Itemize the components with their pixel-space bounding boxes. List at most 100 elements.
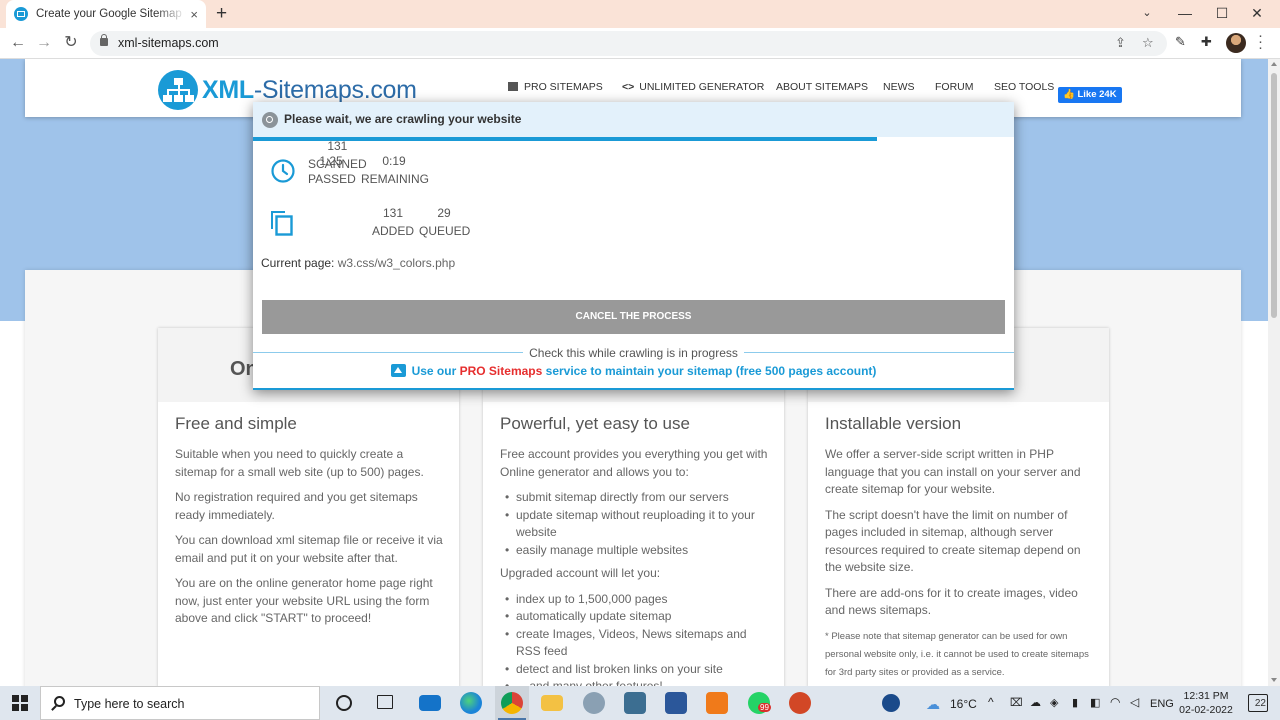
taskbar-clock[interactable]: 12:31 PM 02-02-2022 [1176,689,1236,717]
nav-unlimited-generator[interactable]: <> UNLIMITED GENERATOR [622,81,764,93]
check-while-crawling: Check this while crawling is in progress [253,345,1014,360]
tray-network-icon[interactable]: ◧ [1090,696,1100,709]
browser-tab[interactable]: Create your Google Sitemap Online - XML … [6,0,206,28]
tab-close-icon[interactable]: × [190,7,198,22]
weather-temperature[interactable]: 16°C [950,697,977,711]
new-tab-button[interactable]: + [216,4,227,24]
edge-browser-icon[interactable] [460,692,482,714]
list-item: submit sitemap directly from our servers [505,489,768,507]
pro-sitemaps-link[interactable]: Use our PRO Sitemaps service to maintain… [253,364,1014,378]
scroll-down-arrow-icon[interactable] [1271,678,1277,682]
list-item: update sitemap without reuploading it to… [505,507,768,542]
cortana-icon[interactable] [336,695,352,711]
snipping-tool-icon[interactable] [583,692,605,714]
tray-battery-icon[interactable]: ▮ [1072,696,1078,709]
chrome-browser-icon[interactable] [501,692,523,714]
close-window-button[interactable]: ✕ [1240,0,1274,28]
pages-queued-value: 29 [437,206,451,220]
address-url[interactable]: xml-sitemaps.com [118,36,219,50]
taskbar-search[interactable]: Type here to search [40,686,320,720]
current-page-label: Current page: [261,256,335,270]
lock-icon[interactable] [100,34,108,46]
tray-volume-icon[interactable]: ◁ [1130,695,1139,709]
tab-search-chevron-icon[interactable]: ⌄ [1130,0,1164,28]
tray-battery-saver-icon[interactable]: ⌧ [1010,696,1023,709]
address-bar[interactable]: xml-sitemaps.com ⇪ ☆ [90,31,1167,56]
copy-pages-icon [271,211,293,236]
search-icon [54,696,65,707]
nav-news[interactable]: NEWS [883,81,915,93]
language-indicator[interactable]: ENG [1150,698,1174,710]
windows-start-icon[interactable] [12,695,28,711]
page-scrollbar[interactable] [1268,59,1280,686]
crawl-progress-bar [253,137,1014,141]
taskbar-search-placeholder[interactable]: Type here to search [74,697,184,711]
browser-toolbar: ← → ↻ xml-sitemaps.com ⇪ ☆ ✎ ✚ · · · [0,28,1280,59]
menu-kebab-icon[interactable]: · · · [1258,28,1263,55]
card-title: Powerful, yet easy to use [500,414,690,433]
clock-date: 02-02-2022 [1179,704,1233,716]
minimize-button[interactable]: — [1168,0,1202,28]
facebook-like-button[interactable]: 👍 Like 24K [1058,87,1122,103]
extensions-puzzle-icon[interactable]: ✚ [1201,34,1212,50]
file-explorer-icon[interactable] [541,695,563,711]
windows-taskbar: Type here to search 99 ☁ 16°C ^ ⌧ ☁ ◈ ▮ … [0,686,1280,720]
time-remaining-label: REMAINING [361,172,430,186]
browser-tab-strip: Create your Google Sitemap Online - XML … [0,0,1280,28]
card-title: Installable version [825,414,962,433]
pages-queued-label: QUEUED [419,224,471,238]
word-icon[interactable] [665,692,687,714]
back-arrow-icon[interactable]: ← [8,33,28,53]
pages-added: 131 ADDED [371,204,415,240]
card-paragraph: There are add-ons for it to create image… [825,585,1078,618]
sitemap-favicon-icon [14,7,28,21]
scroll-up-arrow-icon[interactable] [1271,62,1277,66]
page-viewport: XML-Sitemaps.com PRO SITEMAPS <> UNLIMITE… [0,59,1280,686]
nav-forum[interactable]: FORUM [935,81,974,93]
tray-dropbox-icon[interactable]: ◈ [1050,696,1058,709]
card-paragraph: We offer a server-side script written in… [825,447,1081,496]
tray-chevron-up-icon[interactable]: ^ [988,695,994,709]
current-page: Current page: w3.css/w3_colors.php [261,256,455,270]
whatsapp-badge: 99 [758,703,771,712]
modal-title: Please wait, we are crawling your websit… [284,112,522,126]
cloud-upload-icon [390,364,406,377]
sitemap-logo-icon [158,70,198,110]
card-paragraph: Suitable when you need to quickly create… [175,447,424,479]
scrollbar-thumb[interactable] [1271,73,1277,318]
crawling-spinner-icon [262,112,278,128]
clock-time: 12:31 PM [1183,690,1229,702]
weather-cloud-icon: ☁ [926,696,940,712]
mail-app-icon[interactable] [419,695,441,711]
nav-about-sitemaps[interactable]: ABOUT SITEMAPS [776,81,868,93]
pages-scanned: 131 SCANNED [308,137,367,173]
pages-scanned-value: 131 [327,139,348,153]
maximize-button[interactable]: ☐ [1205,0,1239,28]
task-view-icon[interactable] [377,695,393,709]
bookmark-star-icon[interactable]: ☆ [1142,35,1154,51]
sketch-app-icon[interactable] [624,692,646,714]
help-icon[interactable] [882,694,900,712]
card-paragraph: You are on the online generator home pag… [175,576,433,625]
logo-text: XML-Sitemaps.com [202,75,417,104]
nav-seo-tools[interactable]: SEO TOOLS [994,81,1054,93]
time-remaining-value: 0:19 [382,154,406,168]
list-item: index up to 1,500,000 pages [505,591,768,609]
nav-pro-sitemaps[interactable]: PRO SITEMAPS [508,81,603,93]
profile-avatar[interactable] [1226,33,1246,53]
card-title: Free and simple [175,414,297,433]
list-item: automatically update sitemap [505,608,768,626]
cancel-process-button[interactable]: CANCEL THE PROCESS [262,300,1005,334]
forward-arrow-icon[interactable]: → [34,33,54,53]
tray-wifi-icon[interactable]: ◠ [1110,695,1120,709]
share-icon[interactable]: ⇪ [1115,35,1126,51]
crawl-progress-modal: Please wait, we are crawling your websit… [253,102,1014,390]
card-paragraph: The script doesn't have the limit on num… [825,507,1081,575]
eyedropper-extension-icon[interactable]: ✎ [1175,34,1186,50]
tray-onedrive-icon[interactable]: ☁ [1030,696,1041,709]
reload-icon[interactable]: ↻ [61,33,81,53]
powerpoint-icon[interactable] [789,692,811,714]
xampp-icon[interactable] [706,692,728,714]
notification-center-icon[interactable]: 22 [1248,694,1268,712]
feature-list: submit sitemap directly from our servers… [500,489,768,559]
